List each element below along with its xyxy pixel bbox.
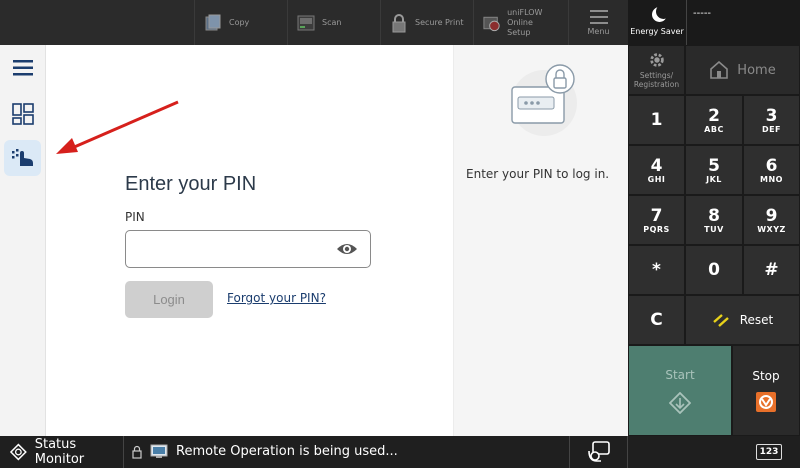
lock-illustration-icon	[511, 64, 577, 136]
home-button[interactable]: Home	[685, 45, 800, 95]
reset-label: Reset	[739, 313, 774, 327]
status-monitor-button[interactable]: Status Monitor	[0, 436, 124, 468]
sidebar-menu-button[interactable]	[4, 50, 41, 86]
hamburger-icon	[12, 60, 33, 76]
key-digit: 0	[708, 260, 720, 280]
hardware-keypad: Settings/ Registration Home 1 2 ABC 3 DEF 4 GH…	[628, 45, 800, 436]
key-letters: WXYZ	[757, 224, 786, 234]
red-arrow-annotation	[56, 100, 179, 154]
menu-button[interactable]: Menu	[568, 0, 628, 45]
menu-icon	[589, 9, 608, 24]
menu-label: Menu	[587, 26, 610, 36]
pin-label: PIN	[125, 210, 145, 224]
key-0[interactable]: 0	[685, 245, 743, 295]
key-9[interactable]: 9 WXYZ	[743, 195, 800, 245]
copy-icon	[205, 14, 221, 30]
energy-saver-button[interactable]: Energy Saver	[628, 0, 686, 45]
clear-button[interactable]: C	[628, 295, 685, 345]
pin-input[interactable]	[125, 230, 371, 268]
key-letters: TUV	[704, 224, 724, 234]
gear-icon	[649, 53, 664, 67]
key-digit: 3	[765, 105, 778, 126]
status-monitor-icon	[10, 443, 27, 461]
reset-icon	[712, 314, 729, 327]
user-display: -----	[686, 0, 800, 45]
forgot-pin-link[interactable]: Forgot your PIN?	[227, 291, 326, 305]
reset-button[interactable]: Reset	[685, 295, 800, 345]
key-letters: DEF	[761, 124, 782, 134]
apps-grid-icon	[11, 103, 34, 125]
settings-label: Settings/ Registration	[633, 71, 680, 89]
key-letters: PQRS	[643, 224, 670, 234]
key-digit: 6	[765, 155, 778, 176]
stop-icon	[756, 391, 776, 412]
secure-print-button[interactable]: Secure Print	[380, 0, 473, 45]
sidebar-apps-button[interactable]	[4, 96, 41, 132]
login-button[interactable]: Login	[125, 281, 213, 318]
secure-print-icon	[392, 13, 406, 32]
key-digit: #	[764, 260, 779, 280]
stop-label: Stop	[752, 368, 780, 383]
scan-icon	[297, 15, 315, 30]
start-button[interactable]: Start	[628, 345, 732, 436]
remote-operation-button[interactable]	[569, 436, 628, 468]
info-text: Enter your PIN to log in.	[466, 167, 610, 181]
key-digit: 1	[650, 110, 663, 130]
start-label: Start	[665, 367, 695, 382]
scan-button[interactable]: Scan	[287, 0, 380, 45]
uniflow-setup-button[interactable]: uniFLOW Online Setup	[473, 0, 568, 45]
settings-registration-button[interactable]: Settings/ Registration	[628, 45, 685, 95]
key-hash[interactable]: #	[743, 245, 800, 295]
key-4[interactable]: 4 GHI	[628, 145, 685, 195]
sidebar-login-button[interactable]	[4, 140, 41, 176]
key-2[interactable]: 2 ABC	[685, 95, 743, 145]
login-icon	[11, 149, 33, 166]
key-3[interactable]: 3 DEF	[743, 95, 800, 145]
key-digit: 4	[650, 155, 663, 176]
keyboard-badge[interactable]: 123	[756, 444, 782, 460]
lock-icon	[132, 445, 142, 459]
info-panel: Enter your PIN to log in.	[453, 45, 628, 436]
left-sidebar	[0, 45, 46, 436]
home-icon	[710, 61, 729, 79]
clear-label: C	[650, 310, 663, 330]
key-1[interactable]: 1	[628, 95, 685, 145]
key-letters: ABC	[704, 124, 724, 134]
page-title: Enter your PIN	[125, 173, 257, 195]
copy-button[interactable]: Copy	[194, 0, 287, 45]
key-digit: 5	[708, 155, 720, 176]
uniflow-label-line2: Setup	[507, 27, 531, 37]
status-bar: Status Monitor Remote Operation is being…	[0, 436, 800, 468]
key-digit: 7	[650, 205, 663, 226]
key-letters: GHI	[647, 174, 666, 184]
energy-saver-label: Energy Saver	[630, 27, 684, 36]
key-8[interactable]: 8 TUV	[685, 195, 743, 245]
start-icon	[669, 391, 691, 414]
key-digit: *	[652, 260, 661, 280]
status-monitor-label: Status Monitor	[34, 437, 85, 467]
key-star[interactable]: *	[628, 245, 685, 295]
stop-button[interactable]: Stop	[732, 345, 800, 436]
key-digit: 2	[708, 105, 720, 126]
home-label: Home	[737, 62, 776, 78]
remote-screen-icon	[150, 444, 168, 458]
eye-icon[interactable]	[336, 239, 358, 259]
secure-print-label: Secure Print	[415, 18, 464, 27]
copy-label: Copy	[229, 18, 250, 27]
remote-operation-icon	[587, 441, 610, 462]
key-7[interactable]: 7 PQRS	[628, 195, 685, 245]
key-digit: 8	[708, 205, 720, 226]
moon-icon	[656, 4, 671, 19]
uniflow-label-line1: uniFLOW Online	[507, 7, 543, 27]
key-6[interactable]: 6 MNO	[743, 145, 800, 195]
top-bar: Copy Scan Secure Print uniFLOW Online Se…	[0, 0, 628, 45]
key-5[interactable]: 5 JKL	[685, 145, 743, 195]
uniflow-icon	[483, 16, 500, 31]
key-letters: MNO	[760, 174, 783, 184]
scan-label: Scan	[322, 18, 342, 27]
key-letters: JKL	[706, 174, 722, 184]
status-message: Remote Operation is being used...	[176, 444, 398, 459]
uniflow-label: uniFLOW Online Setup	[507, 8, 568, 38]
key-digit: 9	[765, 205, 778, 226]
